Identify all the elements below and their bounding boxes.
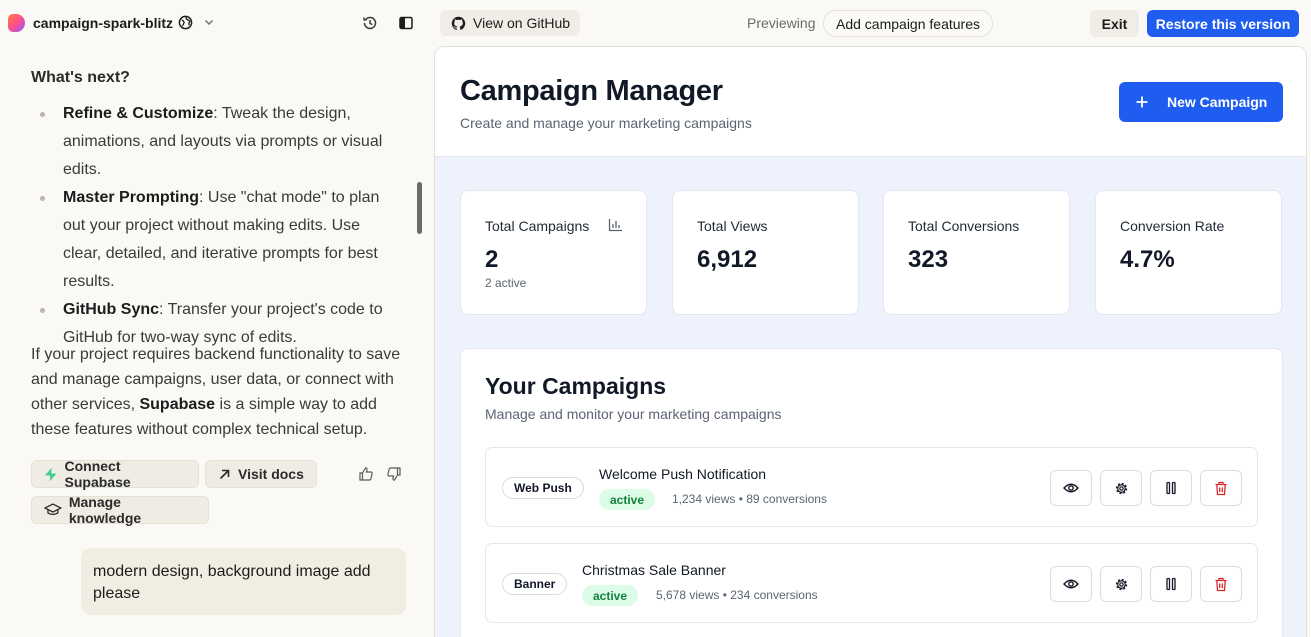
chat-scrollbar[interactable] [417, 182, 422, 234]
pause-campaign-button[interactable] [1150, 470, 1192, 506]
app-header: Campaign Manager Create and manage your … [435, 47, 1306, 157]
visit-docs-button[interactable]: Visit docs [205, 460, 317, 488]
campaign-type-badge: Banner [502, 573, 568, 595]
sidebar-toggle-icon[interactable] [398, 15, 414, 31]
manage-knowledge-button[interactable]: Manage knowledge [31, 494, 209, 526]
top-bar: campaign-spark-blitz View on GitHub Prev… [0, 0, 1311, 46]
trash-icon [1215, 481, 1227, 495]
new-campaign-button[interactable]: New Campaign [1119, 82, 1283, 122]
page-subtitle: Create and manage your marketing campaig… [460, 115, 752, 131]
list-item: Master Prompting: Use "chat mode" to pla… [38, 184, 398, 296]
trash-icon [1215, 577, 1227, 591]
graduation-cap-icon [44, 503, 62, 516]
status-badge: active [582, 585, 639, 606]
delete-campaign-button[interactable] [1200, 566, 1242, 602]
gear-icon [1115, 482, 1127, 494]
chip-label: Connect Supabase [64, 458, 131, 490]
gear-icon [1115, 578, 1127, 590]
settings-campaign-button[interactable] [1100, 470, 1142, 506]
pause-campaign-button[interactable] [1150, 566, 1192, 602]
campaigns-subtitle: Manage and monitor your marketing campai… [485, 406, 782, 422]
whats-next-heading: What's next? [31, 69, 130, 86]
stat-label: Total Campaigns [485, 218, 590, 234]
history-icon[interactable] [362, 15, 378, 31]
status-badge: active [599, 489, 656, 510]
globe-icon[interactable] [178, 15, 193, 30]
exit-button[interactable]: Exit [1090, 10, 1139, 37]
stat-note: 2 active [485, 276, 527, 290]
campaign-stats: 1,234 views • 89 conversions [672, 492, 827, 506]
view-campaign-button[interactable] [1050, 566, 1092, 602]
view-campaign-button[interactable] [1050, 470, 1092, 506]
next-steps-list: Refine & Customize: Tweak the design, an… [38, 100, 398, 352]
bullet-title: Refine & Customize [63, 105, 214, 122]
app-preview: Campaign Manager Create and manage your … [434, 46, 1307, 637]
github-label: View on GitHub [473, 15, 571, 31]
stat-label: Conversion Rate [1120, 218, 1225, 234]
pause-icon [1166, 577, 1176, 591]
stat-card-total-views: Total Views 6,912 [672, 190, 859, 315]
github-icon [451, 16, 466, 30]
restore-version-button[interactable]: Restore this version [1147, 10, 1299, 37]
supabase-paragraph: If your project requires backend functio… [31, 342, 406, 442]
campaign-row: Banner Christmas Sale Banner active 5,67… [485, 543, 1258, 623]
arrow-up-right-icon [219, 469, 230, 479]
lovable-logo-icon[interactable] [8, 14, 25, 32]
campaign-stats: 5,678 views • 234 conversions [656, 588, 818, 602]
project-name[interactable]: campaign-spark-blitz [33, 15, 173, 31]
campaign-row: Web Push Welcome Push Notification activ… [485, 447, 1258, 527]
settings-campaign-button[interactable] [1100, 566, 1142, 602]
stat-card-total-campaigns: Total Campaigns 2 2 active [460, 190, 647, 315]
plus-icon [1136, 96, 1148, 108]
connect-supabase-button[interactable]: Connect Supabase [31, 458, 199, 490]
preview-version-pill[interactable]: Add campaign features [823, 10, 993, 37]
user-message-bubble: modern design, background image add plea… [81, 548, 406, 615]
list-item: Refine & Customize: Tweak the design, an… [38, 100, 398, 184]
previewing-label: Previewing [747, 15, 816, 31]
chat-panel: What's next? Refine & Customize: Tweak t… [0, 46, 434, 637]
stat-value: 323 [908, 246, 949, 273]
view-on-github-button[interactable]: View on GitHub [440, 10, 580, 36]
bar-chart-icon [608, 219, 622, 232]
thumbs-up-icon[interactable] [358, 466, 374, 482]
campaign-type-badge: Web Push [502, 477, 584, 499]
chevron-down-icon[interactable] [203, 16, 215, 28]
stat-label: Total Views [697, 218, 768, 234]
new-campaign-label: New Campaign [1167, 94, 1268, 110]
supabase-bold: Supabase [139, 396, 216, 413]
stat-card-conversion-rate: Conversion Rate 4.7% [1095, 190, 1282, 315]
page-title: Campaign Manager [460, 75, 723, 107]
eye-icon [1063, 483, 1079, 493]
bullet-title: Master Prompting [63, 189, 200, 206]
stat-value: 4.7% [1120, 246, 1175, 273]
bullet-title: GitHub Sync [63, 301, 160, 318]
delete-campaign-button[interactable] [1200, 470, 1242, 506]
campaigns-card: Your Campaigns Manage and monitor your m… [460, 348, 1283, 637]
eye-icon [1063, 579, 1079, 589]
campaign-name: Welcome Push Notification [599, 466, 767, 482]
campaign-name: Christmas Sale Banner [582, 562, 726, 578]
stat-value: 6,912 [697, 246, 758, 273]
campaigns-title: Your Campaigns [485, 373, 667, 399]
pause-icon [1166, 481, 1176, 495]
stat-value: 2 [485, 246, 499, 273]
chip-label: Manage knowledge [68, 494, 142, 526]
thumbs-down-icon[interactable] [386, 466, 402, 482]
stat-card-total-conversions: Total Conversions 323 [883, 190, 1070, 315]
supabase-bolt-icon [44, 467, 57, 481]
chip-label: Visit docs [238, 466, 304, 482]
stat-label: Total Conversions [908, 218, 1020, 234]
